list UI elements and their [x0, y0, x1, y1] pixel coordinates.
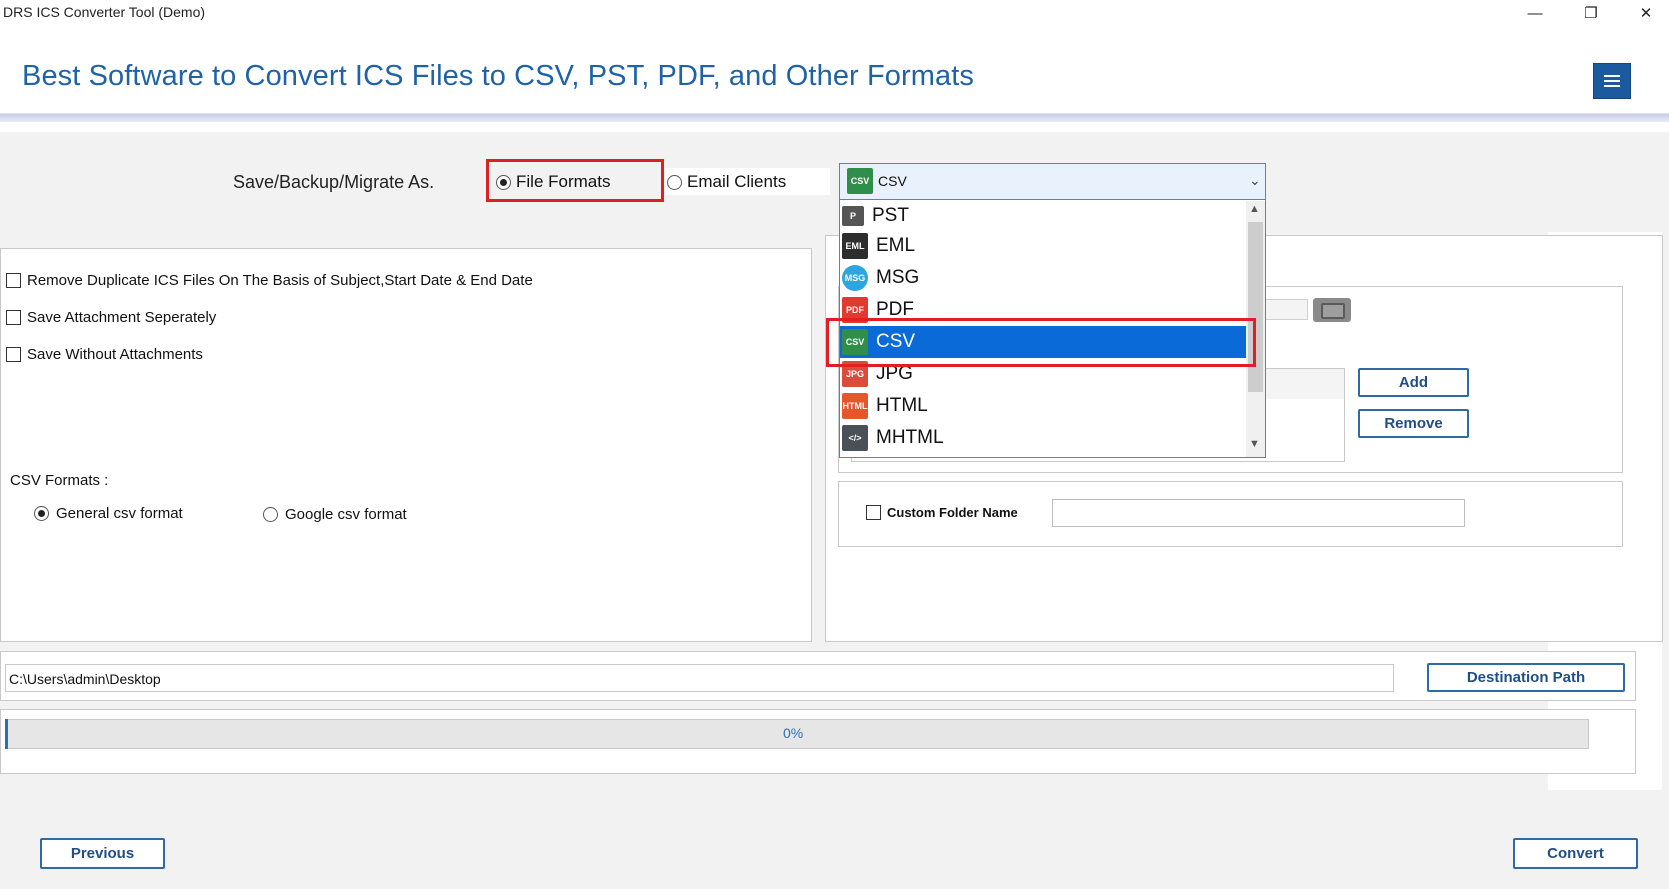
csv-highlight-box	[826, 318, 1256, 367]
chevron-down-icon[interactable]: ⌄	[1249, 172, 1261, 189]
save-attachment-label: Save Attachment Seperately	[27, 309, 217, 326]
remove-duplicates-label: Remove Duplicate ICS Files On The Basis …	[27, 272, 533, 289]
custom-folder-input[interactable]	[1052, 499, 1465, 527]
save-without-attachments-option[interactable]: Save Without Attachments	[6, 346, 203, 363]
file-formats-radio[interactable]: File Formats	[496, 172, 610, 192]
scroll-up-icon[interactable]: ▲	[1249, 203, 1260, 215]
csv-icon: CSV	[847, 168, 873, 194]
general-csv-radio[interactable]: General csv format	[34, 505, 183, 522]
format-option-mhtml[interactable]: </> MHTML	[840, 422, 1246, 454]
save-attachment-option[interactable]: Save Attachment Seperately	[6, 309, 216, 326]
custom-folder-option[interactable]: Custom Folder Name	[866, 505, 1018, 520]
maximize-button[interactable]: ❐	[1568, 0, 1614, 26]
checkbox[interactable]	[6, 310, 21, 325]
checkbox[interactable]	[866, 505, 881, 520]
close-button[interactable]: ✕	[1623, 0, 1669, 26]
msg-icon: MSG	[842, 265, 868, 291]
html-icon: HTML	[842, 393, 868, 419]
destination-path-input[interactable]: C:\Users\admin\Desktop	[5, 664, 1394, 692]
radio-unselected-icon[interactable]	[667, 174, 682, 190]
file-formats-label: File Formats	[516, 172, 611, 191]
email-clients-radio[interactable]: Email Clients	[667, 172, 786, 192]
csv-formats-label: CSV Formats :	[10, 472, 109, 489]
progress-text: 0%	[783, 725, 804, 741]
hamburger-menu-icon[interactable]	[1593, 63, 1631, 99]
destination-path-button[interactable]: Destination Path	[1427, 663, 1625, 692]
app-heading: Best Software to Convert ICS Files to CS…	[22, 60, 975, 92]
format-dropdown-value: CSV	[878, 173, 907, 189]
window-title: DRS ICS Converter Tool (Demo)	[3, 4, 206, 20]
convert-button[interactable]: Convert	[1513, 838, 1638, 869]
progress-fill	[5, 719, 8, 749]
email-clients-label: Email Clients	[687, 172, 787, 191]
options-panel	[0, 248, 812, 642]
browse-folder-icon[interactable]	[1313, 298, 1351, 322]
format-option-label: MHTML	[876, 427, 944, 448]
add-button[interactable]: Add	[1358, 368, 1469, 397]
save-as-label: Save/Backup/Migrate As.	[233, 172, 435, 192]
format-option-eml[interactable]: EML EML	[840, 230, 1246, 262]
remove-button[interactable]: Remove	[1358, 409, 1469, 438]
google-csv-radio[interactable]: Google csv format	[263, 506, 407, 523]
save-without-label: Save Without Attachments	[27, 346, 203, 363]
format-option-label: MSG	[876, 267, 920, 288]
footer	[0, 800, 1669, 889]
format-option-html[interactable]: HTML HTML	[840, 390, 1246, 422]
format-option-label: PST	[872, 205, 909, 226]
previous-button[interactable]: Previous	[40, 838, 165, 869]
format-option-label: HTML	[876, 395, 928, 416]
radio-selected-icon[interactable]	[34, 506, 49, 521]
title-bar	[0, 0, 1669, 26]
checkbox[interactable]	[6, 347, 21, 362]
minimize-button[interactable]: —	[1512, 0, 1558, 26]
google-csv-label: Google csv format	[285, 506, 407, 523]
eml-icon: EML	[842, 233, 868, 259]
pst-icon: P	[842, 206, 864, 226]
format-option-pst[interactable]: P PST	[840, 200, 1246, 232]
header-divider	[0, 114, 1669, 122]
radio-selected-icon[interactable]	[496, 174, 511, 190]
format-option-msg[interactable]: MSG MSG	[840, 262, 1246, 294]
format-option-label: EML	[876, 235, 916, 256]
mhtml-icon: </>	[842, 425, 868, 451]
checkbox[interactable]	[6, 273, 21, 288]
radio-unselected-icon[interactable]	[263, 507, 278, 522]
remove-duplicates-option[interactable]: Remove Duplicate ICS Files On The Basis …	[6, 272, 533, 289]
scroll-down-icon[interactable]: ▼	[1249, 438, 1260, 450]
general-csv-label: General csv format	[56, 505, 183, 522]
custom-folder-label: Custom Folder Name	[887, 505, 1018, 520]
